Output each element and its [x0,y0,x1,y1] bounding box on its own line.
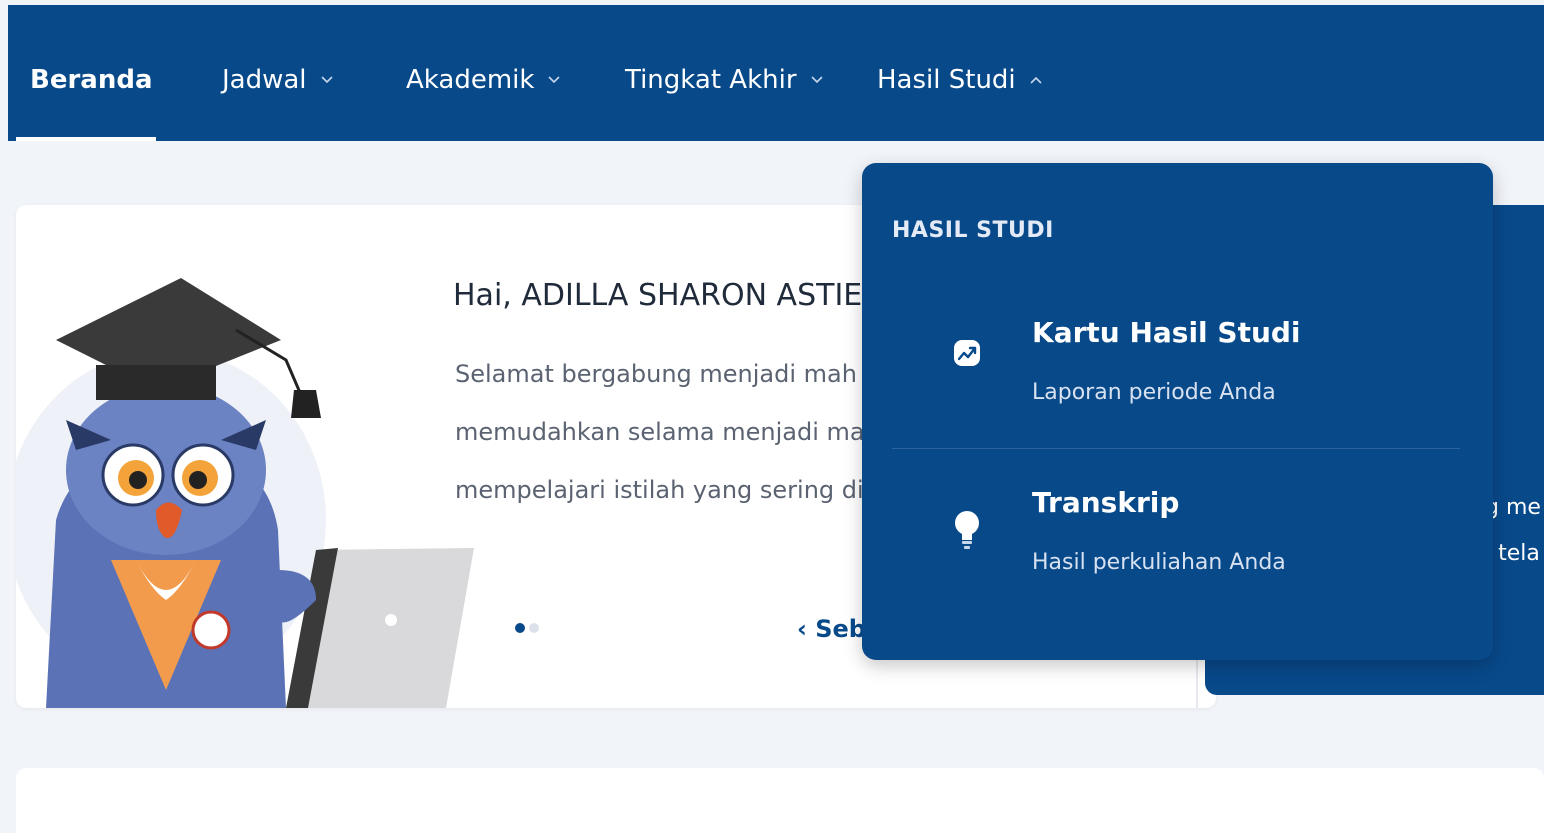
nav-hasil-studi[interactable]: Hasil Studi [877,65,1042,95]
chart-trend-icon [954,340,980,366]
carousel-dot-active[interactable] [515,623,525,633]
nav-jadwal[interactable]: Jadwal [222,65,333,95]
chevron-down-icon [548,76,561,84]
top-navbar: Beranda Jadwal Akademik Tingkat Akhir Ha… [8,5,1544,141]
dropdown-item-title: Kartu Hasil Studi [1032,316,1301,349]
nav-akademik[interactable]: Akademik [406,65,561,95]
chevron-up-icon [1030,76,1042,84]
nav-label: Beranda [30,65,153,95]
owl-mascot-illustration [16,278,474,708]
welcome-text-line: memudahkan selama menjadi ma [455,418,865,446]
greeting-title: Hai, ADILLA SHARON ASTIELY [453,278,894,313]
dropdown-item-kartu-hasil-studi[interactable]: Kartu Hasil Studi Laporan periode Anda [892,298,1462,418]
info-card-text: i tela [1485,541,1540,566]
lightbulb-icon [955,511,979,549]
welcome-text-line: Selamat bergabung menjadi mah [455,360,857,388]
nav-label: Tingkat Akhir [625,65,797,95]
dropdown-item-title: Transkrip [1032,486,1180,519]
dropdown-divider [892,448,1460,449]
welcome-text-line: mempelajari istilah yang sering dig [455,476,879,504]
chevron-down-icon [320,76,333,84]
carousel-prev-button[interactable]: ‹ Seb [797,615,866,643]
nav-beranda[interactable]: Beranda [30,65,152,95]
chevron-down-icon [810,76,823,84]
dropdown-item-transkrip[interactable]: Transkrip Hasil perkuliahan Anda [892,468,1462,588]
nav-label: Hasil Studi [877,65,1016,95]
active-nav-indicator [16,137,156,141]
dropdown-item-subtitle: Hasil perkuliahan Anda [1032,550,1286,575]
hasil-studi-dropdown: HASIL STUDI Kartu Hasil Studi Laporan pe… [862,163,1493,660]
carousel-dot[interactable] [529,623,539,633]
nav-tingkat-akhir[interactable]: Tingkat Akhir [625,65,823,95]
dropdown-item-subtitle: Laporan periode Anda [1032,380,1276,405]
nav-label: Jadwal [222,65,307,95]
content-card [16,768,1544,833]
nav-label: Akademik [406,65,535,95]
info-card-text: g me [1485,495,1541,520]
carousel-dots [515,623,539,633]
dropdown-header: HASIL STUDI [892,218,1054,243]
